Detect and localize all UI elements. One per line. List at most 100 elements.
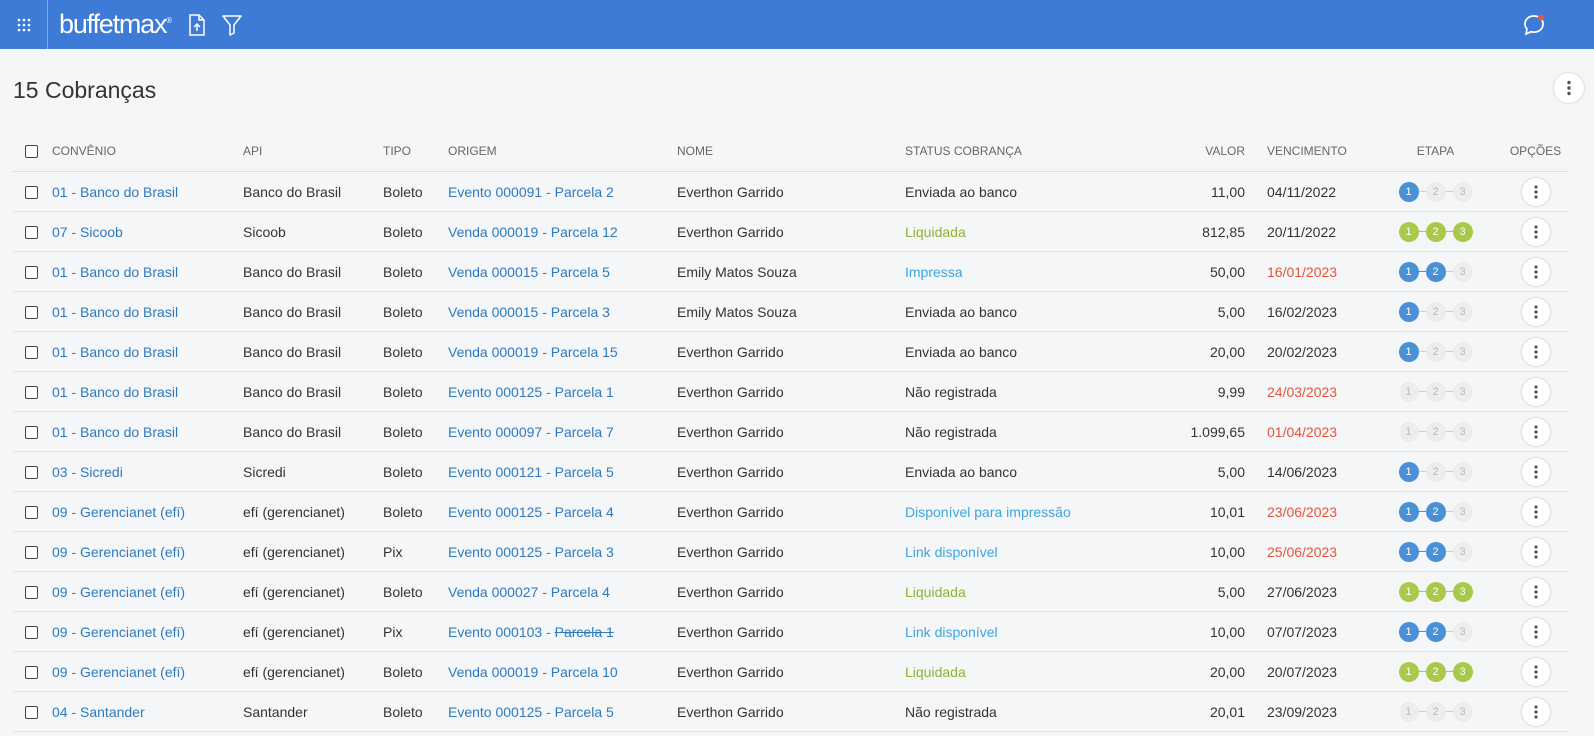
row-options-button[interactable] xyxy=(1521,577,1550,606)
row-checkbox[interactable] xyxy=(25,226,38,240)
row-options-button[interactable] xyxy=(1521,217,1550,246)
convenio-link[interactable]: 01 - Banco do Brasil xyxy=(52,384,178,400)
origem-link[interactable]: Venda 000019 - Parcela 10 xyxy=(448,664,618,680)
row-options-button[interactable] xyxy=(1521,337,1550,366)
table-row[interactable]: 04 - Santander Santander Boleto Evento 0001… xyxy=(13,691,1568,732)
row-options-button[interactable] xyxy=(1521,697,1550,726)
convenio-link[interactable]: 09 - Gerencianet (efí) xyxy=(52,504,185,520)
column-header-tipo[interactable]: TIPO xyxy=(383,131,448,172)
column-header-nome[interactable]: NOME xyxy=(677,131,905,172)
column-header-valor[interactable]: VALOR xyxy=(1135,131,1250,172)
convenio-link[interactable]: 01 - Banco do Brasil xyxy=(52,304,178,320)
select-all-checkbox[interactable] xyxy=(25,145,38,159)
origem-link[interactable]: Venda 000015 - Parcela 3 xyxy=(448,304,610,320)
table-row[interactable]: 01 - Banco do Brasil Banco do Brasil Bolet… xyxy=(13,171,1568,212)
row-checkbox[interactable] xyxy=(25,706,38,720)
row-options-button[interactable] xyxy=(1521,377,1550,406)
table-row[interactable]: 09 - Gerencianet (efí) efí (gerencianet) B… xyxy=(13,571,1568,612)
column-header-status[interactable]: STATUS COBRANÇA xyxy=(905,131,1135,172)
row-options-button[interactable] xyxy=(1521,297,1550,326)
more-vertical-icon xyxy=(1533,384,1538,399)
row-checkbox[interactable] xyxy=(25,266,38,280)
row-options-button[interactable] xyxy=(1521,257,1550,286)
row-options-button[interactable] xyxy=(1521,177,1550,206)
origem-link[interactable]: Evento 000125 - Parcela 3 xyxy=(448,544,614,560)
column-header-api[interactable]: API xyxy=(243,131,383,172)
export-icon[interactable] xyxy=(188,13,206,36)
table-row[interactable]: 09 - Gerencianet (efí) efí (gerencianet) P… xyxy=(13,531,1568,572)
row-checkbox[interactable] xyxy=(25,666,38,680)
api-cell: efí (gerencianet) xyxy=(243,611,383,652)
vencimento-cell: 04/11/2022 xyxy=(1250,171,1368,212)
table-row[interactable]: 09 - Gerencianet (efí) efí (gerencianet) P… xyxy=(13,611,1568,652)
tipo-cell: Pix xyxy=(383,611,448,652)
convenio-link[interactable]: 01 - Banco do Brasil xyxy=(52,184,178,200)
convenio-link[interactable]: 01 - Banco do Brasil xyxy=(52,264,178,280)
table-row[interactable]: 09 - Gerencianet (efí) efí (gerencianet) B… xyxy=(13,651,1568,692)
row-options-button[interactable] xyxy=(1521,617,1550,646)
origem-link[interactable]: Evento 000125 - Parcela 4 xyxy=(448,504,614,520)
column-header-convenio[interactable]: CONVÊNIO xyxy=(52,131,243,172)
page-options-button[interactable] xyxy=(1554,73,1584,103)
origem-link[interactable]: Evento 000103 - Parcela 1 xyxy=(448,624,614,640)
row-checkbox[interactable] xyxy=(25,626,38,640)
row-options-button[interactable] xyxy=(1521,417,1550,446)
table-row[interactable]: 01 - Banco do Brasil Banco do Brasil Bolet… xyxy=(13,371,1568,412)
table-row[interactable]: 01 - Banco do Brasil Banco do Brasil Bolet… xyxy=(13,291,1568,332)
step-2-indicator: 2 xyxy=(1425,221,1446,242)
step-2-indicator: 2 xyxy=(1425,501,1446,522)
row-options-button[interactable] xyxy=(1521,537,1550,566)
table-row[interactable]: 01 - Banco do Brasil Banco do Brasil Bolet… xyxy=(13,331,1568,372)
row-checkbox[interactable] xyxy=(25,426,38,440)
column-header-origem[interactable]: ORIGEM xyxy=(448,131,677,172)
chat-icon[interactable] xyxy=(1522,13,1546,42)
filter-icon[interactable] xyxy=(222,14,242,36)
convenio-link[interactable]: 09 - Gerencianet (efí) xyxy=(52,664,185,680)
row-checkbox[interactable] xyxy=(25,306,38,320)
step-3-indicator: 3 xyxy=(1452,221,1473,242)
step-1-indicator: 1 xyxy=(1398,301,1419,322)
app-logo[interactable]: buffetmax® xyxy=(59,9,172,40)
table-row[interactable]: 09 - Gerencianet (efí) efí (gerencianet) B… xyxy=(13,491,1568,532)
origem-link[interactable]: Evento 000125 - Parcela 1 xyxy=(448,384,614,400)
table-row[interactable]: 01 - Banco do Brasil Banco do Brasil Bolet… xyxy=(13,251,1568,292)
row-checkbox[interactable] xyxy=(25,386,38,400)
table-row[interactable]: 01 - Banco do Brasil Banco do Brasil Bolet… xyxy=(13,411,1568,452)
origem-link[interactable]: Evento 000125 - Parcela 5 xyxy=(448,704,614,720)
row-options-button[interactable] xyxy=(1521,657,1550,686)
column-header-vencimento[interactable]: VENCIMENTO xyxy=(1250,131,1368,172)
step-3-indicator: 3 xyxy=(1452,501,1473,522)
row-checkbox[interactable] xyxy=(25,506,38,520)
tipo-cell: Pix xyxy=(383,531,448,572)
row-checkbox[interactable] xyxy=(25,346,38,360)
table-row[interactable]: 07 - Sicoob Sicoob Boleto Venda 000019 - Pa… xyxy=(13,211,1568,252)
row-checkbox[interactable] xyxy=(25,186,38,200)
convenio-link[interactable]: 09 - Gerencianet (efí) xyxy=(52,584,185,600)
convenio-link[interactable]: 07 - Sicoob xyxy=(52,224,123,240)
status-cell: Não registrada xyxy=(905,411,1135,452)
convenio-link[interactable]: 01 - Banco do Brasil xyxy=(52,344,178,360)
nome-cell: Everthon Garrido xyxy=(677,691,905,732)
apps-grid-icon[interactable] xyxy=(0,0,48,49)
row-checkbox[interactable] xyxy=(25,586,38,600)
more-vertical-icon xyxy=(1533,344,1538,359)
row-checkbox[interactable] xyxy=(25,466,38,480)
origem-link[interactable]: Venda 000019 - Parcela 15 xyxy=(448,344,618,360)
origem-link[interactable]: Venda 000019 - Parcela 12 xyxy=(448,224,618,240)
row-options-button[interactable] xyxy=(1521,497,1550,526)
table-row[interactable]: 03 - Sicredi Sicredi Boleto Evento 000121 -… xyxy=(13,451,1568,492)
row-checkbox[interactable] xyxy=(25,546,38,560)
origem-link[interactable]: Evento 000121 - Parcela 5 xyxy=(448,464,614,480)
more-vertical-icon xyxy=(1533,624,1538,639)
row-options-button[interactable] xyxy=(1521,457,1550,486)
convenio-link[interactable]: 09 - Gerencianet (efí) xyxy=(52,544,185,560)
convenio-link[interactable]: 09 - Gerencianet (efí) xyxy=(52,624,185,640)
origem-link[interactable]: Venda 000027 - Parcela 4 xyxy=(448,584,610,600)
origem-link[interactable]: Evento 000091 - Parcela 2 xyxy=(448,184,614,200)
convenio-link[interactable]: 03 - Sicredi xyxy=(52,464,123,480)
etapa-steps: 123 xyxy=(1398,301,1473,322)
origem-link[interactable]: Evento 000097 - Parcela 7 xyxy=(448,424,614,440)
convenio-link[interactable]: 04 - Santander xyxy=(52,704,145,720)
convenio-link[interactable]: 01 - Banco do Brasil xyxy=(52,424,178,440)
origem-link[interactable]: Venda 000015 - Parcela 5 xyxy=(448,264,610,280)
